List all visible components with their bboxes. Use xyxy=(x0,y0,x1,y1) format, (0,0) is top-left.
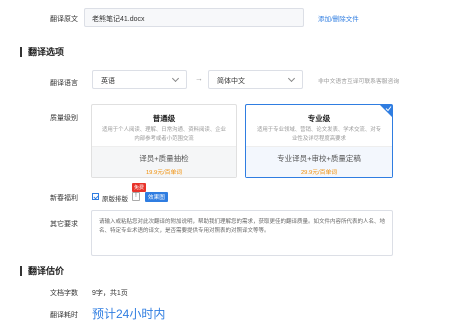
free-badge: 免费 xyxy=(132,183,147,192)
time-label: 翻译耗时 xyxy=(50,312,78,319)
options-section-title: 翻译选项 xyxy=(28,47,65,57)
layout-checkbox[interactable] xyxy=(92,193,99,200)
selected-corner-check-icon xyxy=(380,105,392,117)
chevron-down-icon xyxy=(287,74,296,83)
source-language-value: 英语 xyxy=(101,78,115,85)
source-language-select[interactable]: 英语 xyxy=(92,70,187,89)
bonus-label: 新春福利 xyxy=(50,195,78,202)
source-file-name: 老熊笔记41.docx xyxy=(92,16,145,23)
time-value: 预计24小时内 xyxy=(92,307,166,321)
tier-pricing: 译员+质量抽检 19.9元/百单词 xyxy=(92,146,236,177)
tier-description: 适用于个人阅读、理解、日常沟通、资料阅读、企业内部参考或者小范围交流 xyxy=(102,127,226,142)
tier-description: 适用于专业领域、营销、论文发表、学术交流、对专业性及详尽程度高要求 xyxy=(257,127,381,142)
estimate-section-header: 翻译估价 xyxy=(20,264,64,277)
layout-option-text: 原版排版 xyxy=(102,196,128,203)
arrow-right-icon: → xyxy=(195,74,203,83)
language-label: 翻译语言 xyxy=(50,80,78,87)
requirements-label: 其它要求 xyxy=(50,221,78,228)
section-bar xyxy=(20,265,22,276)
tier-price: 29.9元/百单词 xyxy=(300,170,338,176)
requirements-textarea[interactable]: 请输入或粘贴您对此次翻译的附加说明，帮助我们理解您的需求，获取更佳的翻译质量。如… xyxy=(91,210,393,256)
target-language-select[interactable]: 简体中文 xyxy=(208,70,303,89)
tier-title: 普通级 xyxy=(152,114,176,123)
effect-preview-button[interactable]: 效果图 xyxy=(145,192,168,202)
chevron-down-icon xyxy=(171,74,180,83)
tier-service: 译员+质量抽检 xyxy=(139,154,189,163)
language-hint: 非中文语言互译可联系客服咨询 xyxy=(318,79,400,85)
tier-card-professional[interactable]: 专业级 适用于专业领域、营销、论文发表、学术交流、对专业性及详尽程度高要求 专业… xyxy=(245,104,393,178)
tier-title: 专业级 xyxy=(307,114,331,123)
tier-service: 专业译员+审校+质量定稿 xyxy=(277,154,361,163)
source-file-label: 翻译原文 xyxy=(50,16,78,23)
source-file-field: 老熊笔记41.docx xyxy=(84,8,304,27)
target-language-value: 简体中文 xyxy=(217,78,245,85)
options-section-header: 翻译选项 xyxy=(20,45,64,58)
section-bar xyxy=(20,46,22,57)
tier-pricing: 专业译员+审校+质量定稿 29.9元/百单词 xyxy=(246,146,392,177)
tier-price: 19.9元/百单词 xyxy=(145,170,183,176)
doc-count-value: 9字，共1页 xyxy=(92,290,128,297)
doc-count-label: 文档字数 xyxy=(50,290,78,297)
tier-card-standard[interactable]: 普通级 适用于个人阅读、理解、日常沟通、资料阅读、企业内部参考或者小范围交流 译… xyxy=(91,104,237,178)
requirements-placeholder: 请输入或粘贴您对此次翻译的附加说明，帮助我们理解您的需求，获取更佳的翻译质量。如… xyxy=(99,219,386,234)
add-remove-file-link[interactable]: 添加/删除文件 xyxy=(318,13,359,23)
info-icon[interactable]: ! xyxy=(132,192,140,201)
checkmark-icon xyxy=(93,193,99,199)
estimate-section-title: 翻译估价 xyxy=(28,266,65,276)
quality-label: 质量级别 xyxy=(50,115,78,122)
